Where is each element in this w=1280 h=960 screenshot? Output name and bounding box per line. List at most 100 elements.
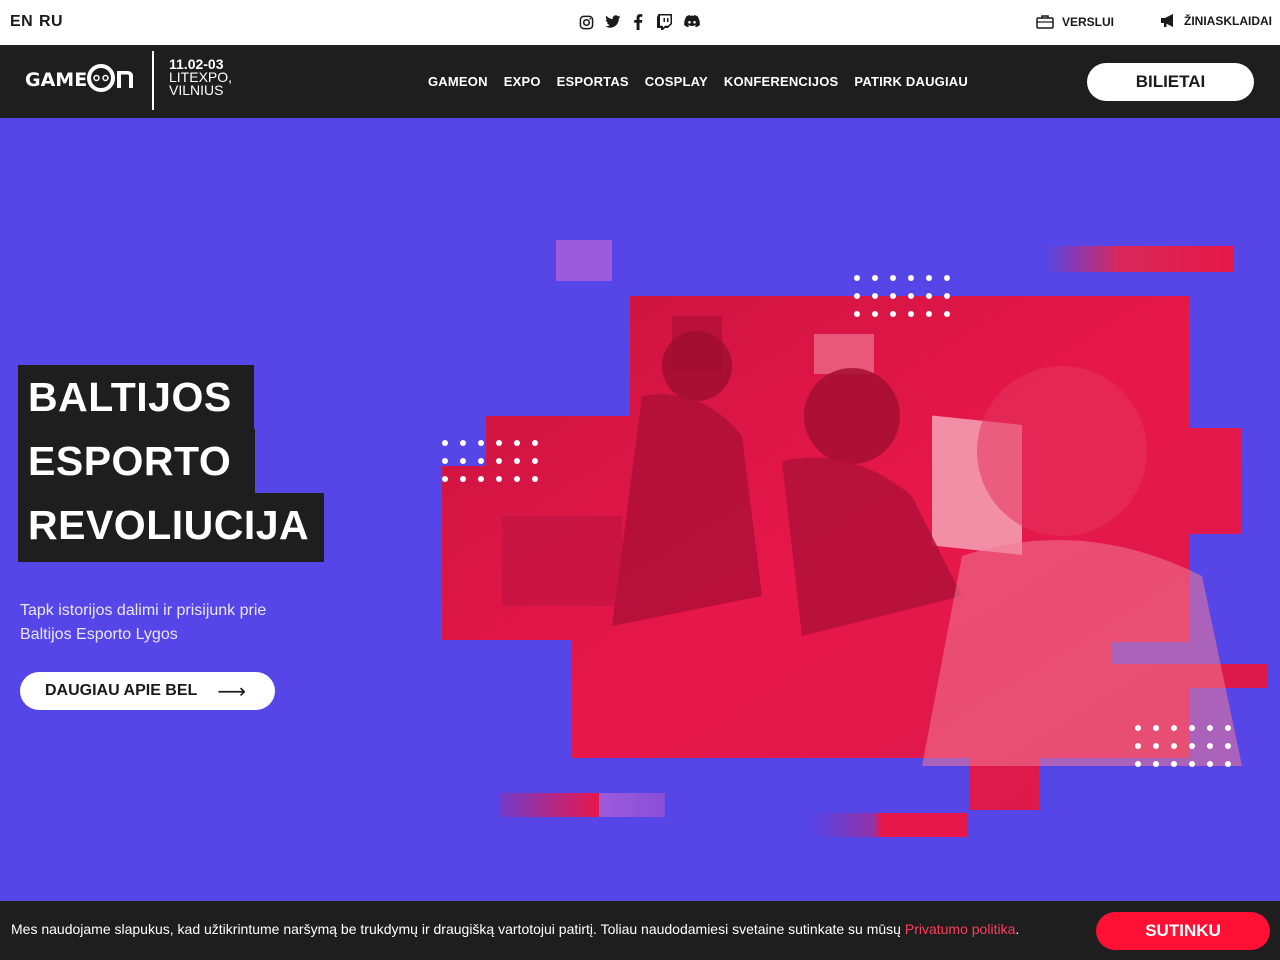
cookie-text: Mes naudojame slapukus, kad užtikrintume… bbox=[11, 921, 1019, 937]
logo-mark: GAME bbox=[25, 64, 133, 92]
nav-patirk-daugiau[interactable]: PATIRK DAUGIAU bbox=[854, 74, 968, 89]
decorative-dot bbox=[1153, 725, 1159, 731]
dot-grid-bottom-right bbox=[1135, 725, 1231, 767]
decorative-dot bbox=[872, 293, 878, 299]
decorative-dot bbox=[478, 476, 484, 482]
decorative-dot bbox=[1189, 761, 1195, 767]
decorative-dot bbox=[890, 275, 896, 281]
decorative-dot bbox=[854, 311, 860, 317]
accept-cookies-button[interactable]: SUTINKU bbox=[1096, 912, 1270, 950]
logo-divider bbox=[152, 51, 154, 110]
briefcase-icon bbox=[1036, 15, 1054, 29]
decorative-dot bbox=[1225, 761, 1231, 767]
hero-subtitle: Tapk istorijos dalimi ir prisijunk prie … bbox=[20, 602, 267, 643]
instagram-icon[interactable] bbox=[576, 12, 596, 32]
media-label: ŽINIASKLAIDAI bbox=[1184, 14, 1272, 28]
media-link[interactable]: ŽINIASKLAIDAI bbox=[1160, 14, 1272, 28]
nav-gameon[interactable]: GAMEON bbox=[428, 74, 488, 89]
primary-nav: GAMEON EXPO ESPORTAS COSPLAY KONFERENCIJ… bbox=[428, 74, 968, 89]
accent-strip-top bbox=[1045, 246, 1233, 272]
decorative-dot bbox=[514, 476, 520, 482]
nav-konferencijos[interactable]: KONFERENCIJOS bbox=[724, 74, 839, 89]
business-link[interactable]: VERSLUI bbox=[1036, 14, 1114, 29]
decorative-dot bbox=[1135, 725, 1141, 731]
more-about-bel-button[interactable]: DAUGIAU APIE BEL ⟶ bbox=[20, 672, 275, 710]
language-ru[interactable]: RU bbox=[39, 13, 63, 31]
decorative-dot bbox=[944, 275, 950, 281]
decorative-dot bbox=[532, 476, 538, 482]
decorative-dot bbox=[908, 293, 914, 299]
hero-title-line-1: BALTIJOS bbox=[18, 365, 254, 429]
nav-esportas[interactable]: ESPORTAS bbox=[557, 74, 629, 89]
decorative-dot bbox=[532, 440, 538, 446]
decorative-dot bbox=[1189, 725, 1195, 731]
language-en[interactable]: EN bbox=[10, 13, 33, 31]
decorative-dot bbox=[1189, 743, 1195, 749]
business-label: VERSLUI bbox=[1062, 14, 1115, 29]
decorative-dot bbox=[460, 476, 466, 482]
hero-title-line-3: REVOLIUCIJA bbox=[18, 493, 324, 562]
decorative-dot bbox=[854, 293, 860, 299]
dot-grid-left bbox=[442, 440, 538, 482]
decorative-dot bbox=[890, 293, 896, 299]
hero-title-line-2: ESPORTO bbox=[18, 429, 255, 493]
tickets-button[interactable]: BILIETAI bbox=[1087, 63, 1254, 101]
decorative-dot bbox=[1207, 725, 1213, 731]
svg-text:GAME: GAME bbox=[25, 69, 87, 91]
decorative-dot bbox=[1171, 725, 1177, 731]
accent-strip-bottom bbox=[810, 813, 968, 837]
decorative-dot bbox=[442, 476, 448, 482]
decorative-dot bbox=[872, 275, 878, 281]
decorative-dot bbox=[1207, 761, 1213, 767]
decorative-dot bbox=[496, 440, 502, 446]
gameon-logo[interactable]: GAME bbox=[25, 59, 137, 99]
decorative-dot bbox=[1171, 743, 1177, 749]
decorative-dot bbox=[890, 311, 896, 317]
decorative-dot bbox=[1225, 725, 1231, 731]
decorative-dot bbox=[460, 440, 466, 446]
event-venue: LITEXPO, VILNIUS bbox=[169, 69, 233, 98]
decorative-dot bbox=[514, 440, 520, 446]
decorative-dot bbox=[478, 458, 484, 464]
facebook-icon[interactable] bbox=[628, 12, 648, 32]
decorative-dot bbox=[944, 293, 950, 299]
decorative-dot bbox=[1135, 761, 1141, 767]
cta-label: DAUGIAU APIE BEL bbox=[45, 682, 198, 699]
main-navbar: GAME 11.02-03 LITEXPO, VILNIUS GAMEON EX… bbox=[0, 45, 1280, 118]
decorative-dot bbox=[1171, 761, 1177, 767]
decorative-dot bbox=[1153, 743, 1159, 749]
decorative-dot bbox=[1225, 743, 1231, 749]
decorative-dot bbox=[926, 293, 932, 299]
megaphone-icon bbox=[1161, 14, 1173, 27]
decorative-dot bbox=[908, 275, 914, 281]
decorative-dot bbox=[854, 275, 860, 281]
decorative-dot bbox=[514, 458, 520, 464]
twitter-icon[interactable] bbox=[603, 12, 623, 32]
cookie-suffix: . bbox=[1015, 921, 1020, 937]
decorative-dot bbox=[442, 458, 448, 464]
accent-square bbox=[556, 240, 612, 281]
decorative-dot bbox=[460, 458, 466, 464]
cookie-message: Mes naudojame slapukus, kad užtikrintume… bbox=[11, 921, 905, 937]
decorative-dot bbox=[926, 311, 932, 317]
nav-expo[interactable]: EXPO bbox=[504, 74, 541, 89]
arrow-right-icon: ⟶ bbox=[217, 680, 246, 703]
decorative-dot bbox=[496, 458, 502, 464]
discord-icon[interactable] bbox=[682, 12, 702, 32]
top-bar: EN RU VERSLUI ŽINIASKLAIDAI bbox=[0, 0, 1280, 45]
nav-cosplay[interactable]: COSPLAY bbox=[645, 74, 708, 89]
decorative-dot bbox=[1153, 761, 1159, 767]
privacy-policy-link[interactable]: Privatumo politika bbox=[905, 921, 1016, 937]
decorative-dot bbox=[944, 311, 950, 317]
decorative-dot bbox=[442, 440, 448, 446]
dot-grid-top bbox=[854, 275, 950, 317]
decorative-dot bbox=[496, 476, 502, 482]
decorative-dot bbox=[872, 311, 878, 317]
decorative-dot bbox=[478, 440, 484, 446]
twitch-icon[interactable] bbox=[654, 12, 674, 32]
decorative-dot bbox=[1135, 743, 1141, 749]
decorative-dot bbox=[926, 275, 932, 281]
cookie-consent-bar: Mes naudojame slapukus, kad užtikrintume… bbox=[0, 901, 1280, 960]
decorative-dot bbox=[1207, 743, 1213, 749]
decorative-dot bbox=[532, 458, 538, 464]
